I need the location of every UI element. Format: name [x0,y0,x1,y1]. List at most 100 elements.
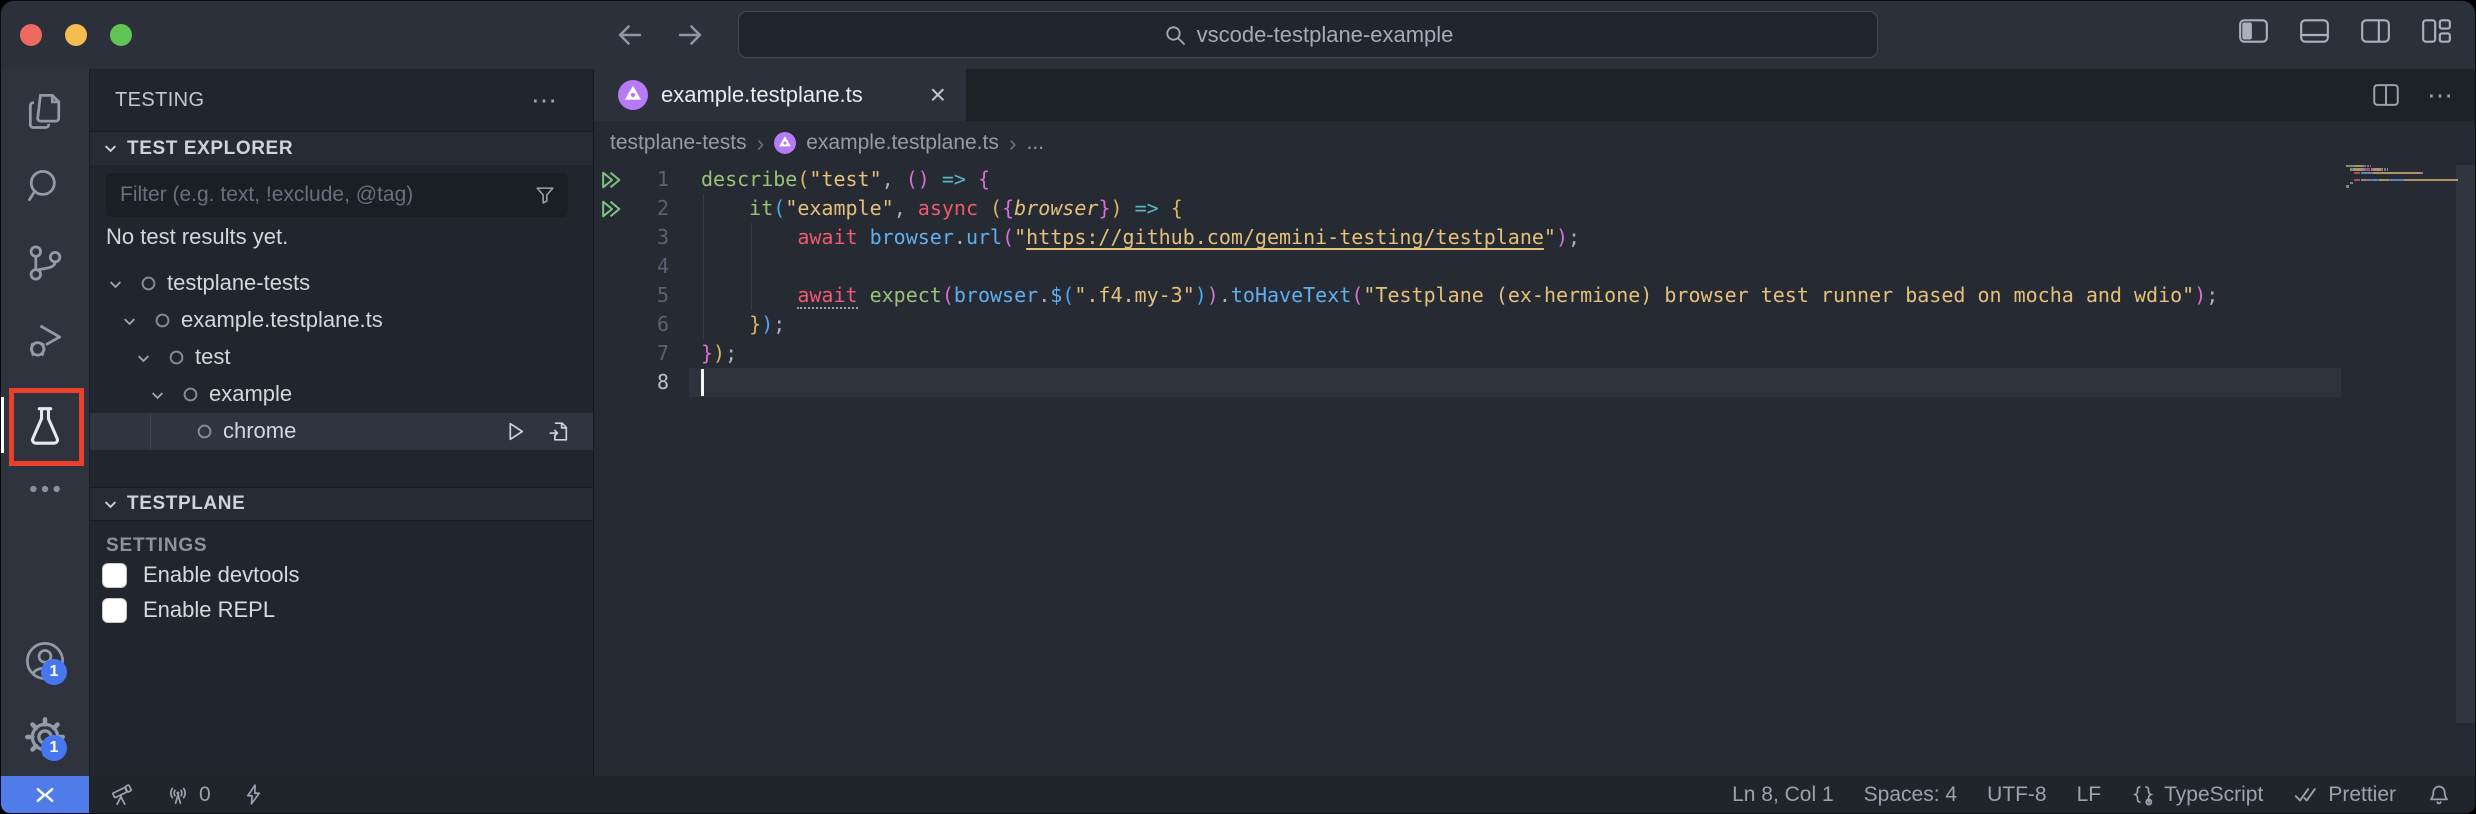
checkbox-unchecked[interactable] [102,563,127,588]
forward-icon[interactable] [673,18,707,52]
customize-layout-icon[interactable] [2420,17,2453,45]
sidebar-item-run-debug[interactable] [1,313,89,369]
code-token: ( [1002,225,1014,249]
close-window-button[interactable] [20,24,42,46]
toggle-secondary-sidebar-icon[interactable] [2359,17,2392,45]
minimize-window-button[interactable] [65,24,87,46]
test-state-icon [195,422,214,441]
power-events-button[interactable] [241,782,266,807]
test-state-icon [181,385,200,404]
braces-icon [2131,783,2155,807]
status-notifications[interactable] [2426,782,2452,808]
code-line-6[interactable]: 6 }); [594,310,2475,339]
ellipsis-icon [25,469,65,509]
remote-indicator[interactable] [1,776,89,813]
code-line-4[interactable]: 4 [594,252,2475,281]
ports-button[interactable]: 0 [165,782,211,808]
code-token: } [749,312,761,336]
editor-more-actions-icon[interactable]: ⋯ [2427,90,2455,100]
line-number: 5 [594,281,669,310]
vertical-scrollbar[interactable] [2456,165,2475,723]
code-line-8[interactable]: 8 [594,368,2475,397]
status-language[interactable]: TypeScript [2131,783,2263,807]
code-token: it [749,196,773,220]
code-token: , [882,167,906,191]
status-encoding[interactable]: UTF-8 [1987,783,2047,807]
settings-button[interactable]: 1 [1,709,89,765]
tree-item-label: chrome [223,418,296,444]
chevron-down-icon[interactable] [121,313,138,330]
chevron-down-icon[interactable] [135,350,152,367]
code-line-5[interactable]: 5 await expect(browser.$(".f4.my-3")).to… [594,281,2475,310]
code-line-7[interactable]: 7}); [594,339,2475,368]
code-token: . [1219,283,1231,307]
breadcrumb-folder[interactable]: testplane-tests [610,131,747,155]
command-center-search[interactable]: vscode-testplane-example [738,11,1878,58]
test-state-icon [139,274,158,293]
minimap-line [2346,185,2458,187]
close-tab-icon[interactable]: × [930,85,946,105]
tree-item-testplane-tests[interactable]: testplane-tests [90,265,593,302]
toggle-primary-sidebar-icon[interactable] [2237,17,2270,45]
code-editor[interactable]: 1describe("test", () => {2 it("example",… [594,165,2475,776]
breadcrumb-symbol[interactable]: ... [1027,131,1045,155]
minimap-line [2346,175,2458,177]
status-formatter[interactable]: Prettier [2293,782,2396,808]
code-token: await [797,225,857,249]
breadcrumb-file[interactable]: example.testplane.ts [806,131,999,155]
filter-icon[interactable] [534,184,556,206]
status-cursor-position[interactable]: Ln 8, Col 1 [1732,783,1834,807]
status-eol[interactable]: LF [2077,783,2102,807]
sidebar-item-source-control[interactable] [1,235,89,291]
tree-item-test[interactable]: test [90,339,593,376]
remote-explorer-button[interactable] [109,782,135,808]
chevron-down-icon[interactable] [107,276,124,293]
panel-more-actions-icon[interactable]: ⋯ [531,95,559,105]
breadcrumb-separator: › [1009,130,1017,157]
sidebar-item-explorer[interactable] [1,83,89,139]
chevron-down-icon[interactable] [149,387,166,404]
code-token: ( [773,196,785,220]
code-token: " [1014,225,1026,249]
code-token [1159,196,1171,220]
titlebar: vscode-testplane-example [1,1,2475,69]
status-indentation[interactable]: Spaces: 4 [1864,783,1957,807]
code-line-2[interactable]: 2 it("example", async ({browser}) => { [594,194,2475,223]
sidebar-item-more[interactable] [1,461,89,517]
maximize-window-button[interactable] [110,24,132,46]
tab-label: example.testplane.ts [661,82,863,108]
remote-icon [32,782,58,808]
section-testplane[interactable]: TESTPLANE [90,487,593,521]
testplane-logo-icon [774,132,796,154]
code-token: url [966,225,1002,249]
go-to-test-icon[interactable] [546,419,571,444]
test-filter-input[interactable] [106,183,534,207]
section-test-explorer[interactable]: TEST EXPLORER [90,131,593,165]
tree-item-example[interactable]: example [90,376,593,413]
indent-guide [751,223,752,252]
run-test-icon[interactable] [503,419,528,444]
split-editor-icon[interactable] [2371,82,2401,108]
code-line-3[interactable]: 3 await browser.url("https://github.com/… [594,223,2475,252]
checkbox-unchecked[interactable] [102,598,127,623]
run-test-gutter-icon[interactable] [599,197,623,221]
sidebar-item-search[interactable] [1,158,89,214]
code-token [858,283,870,307]
run-test-gutter-icon[interactable] [599,168,623,192]
back-icon[interactable] [613,18,647,52]
tree-item-label: test [195,344,230,370]
indent-guide [703,223,704,252]
tree-item-chrome[interactable]: chrome [90,413,593,450]
minimap[interactable] [2346,165,2458,192]
toggle-panel-icon[interactable] [2298,17,2331,45]
tab-example-testplane-ts[interactable]: example.testplane.ts × [594,69,966,121]
code-token: { [1002,196,1014,220]
code-token: ) [1556,225,1568,249]
code-token: { [978,167,990,191]
code-token: toHaveText [1231,283,1351,307]
code-token: ) [1195,283,1207,307]
text-cursor [701,369,704,396]
code-line-1[interactable]: 1describe("test", () => { [594,165,2475,194]
accounts-button[interactable]: 1 [1,633,89,689]
tree-item-example.testplane.ts[interactable]: example.testplane.ts [90,302,593,339]
